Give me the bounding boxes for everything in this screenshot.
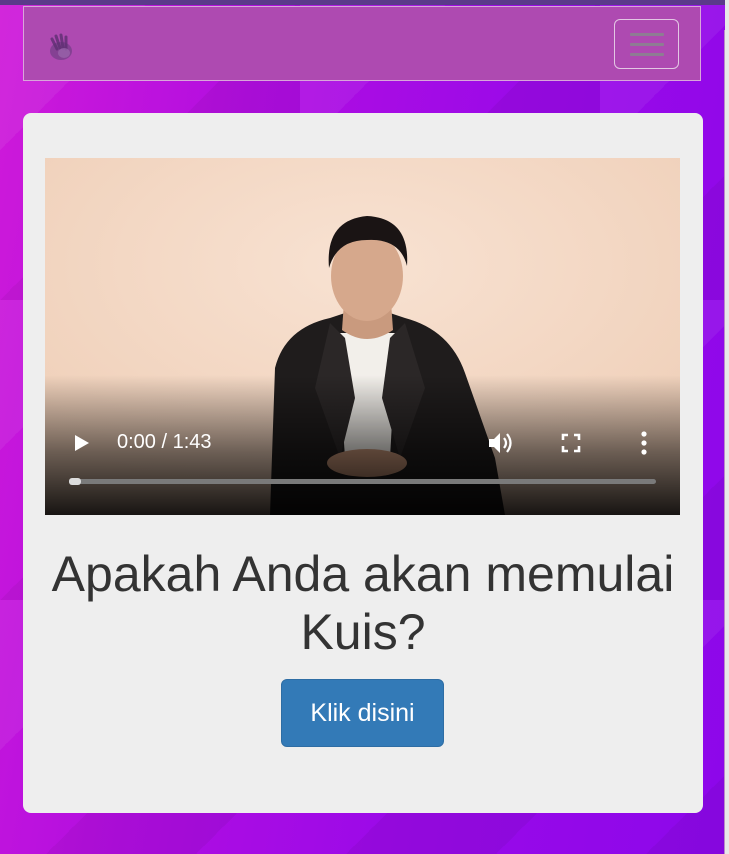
video-progress-bar[interactable] [69,479,656,484]
start-quiz-button[interactable]: Klik disini [281,679,444,747]
video-player[interactable]: 0:00 / 1:43 [45,158,680,515]
current-time: 0:00 [117,431,156,453]
more-options-icon[interactable] [639,430,649,456]
quiz-question: Apakah Anda akan memulai Kuis? [51,546,675,660]
scrollbar-track[interactable] [725,0,729,854]
navbar [23,6,701,81]
video-progress-thumb[interactable] [69,478,81,485]
volume-icon[interactable] [486,430,514,456]
time-separator: / [155,431,173,453]
quiz-card: 0:00 / 1:43 Apakah Anda akan memulai Kui… [23,113,703,813]
hamburger-line-icon [629,42,664,46]
duration: 1:43 [172,431,212,453]
play-icon[interactable] [70,432,92,454]
top-border [0,0,729,5]
navbar-toggle-button[interactable] [614,19,679,69]
video-time: 0:00 / 1:43 [117,431,212,454]
hamburger-line-icon [629,32,664,36]
hamburger-line-icon [629,52,664,56]
hand-logo-icon[interactable] [44,31,78,65]
fullscreen-icon[interactable] [560,432,582,454]
